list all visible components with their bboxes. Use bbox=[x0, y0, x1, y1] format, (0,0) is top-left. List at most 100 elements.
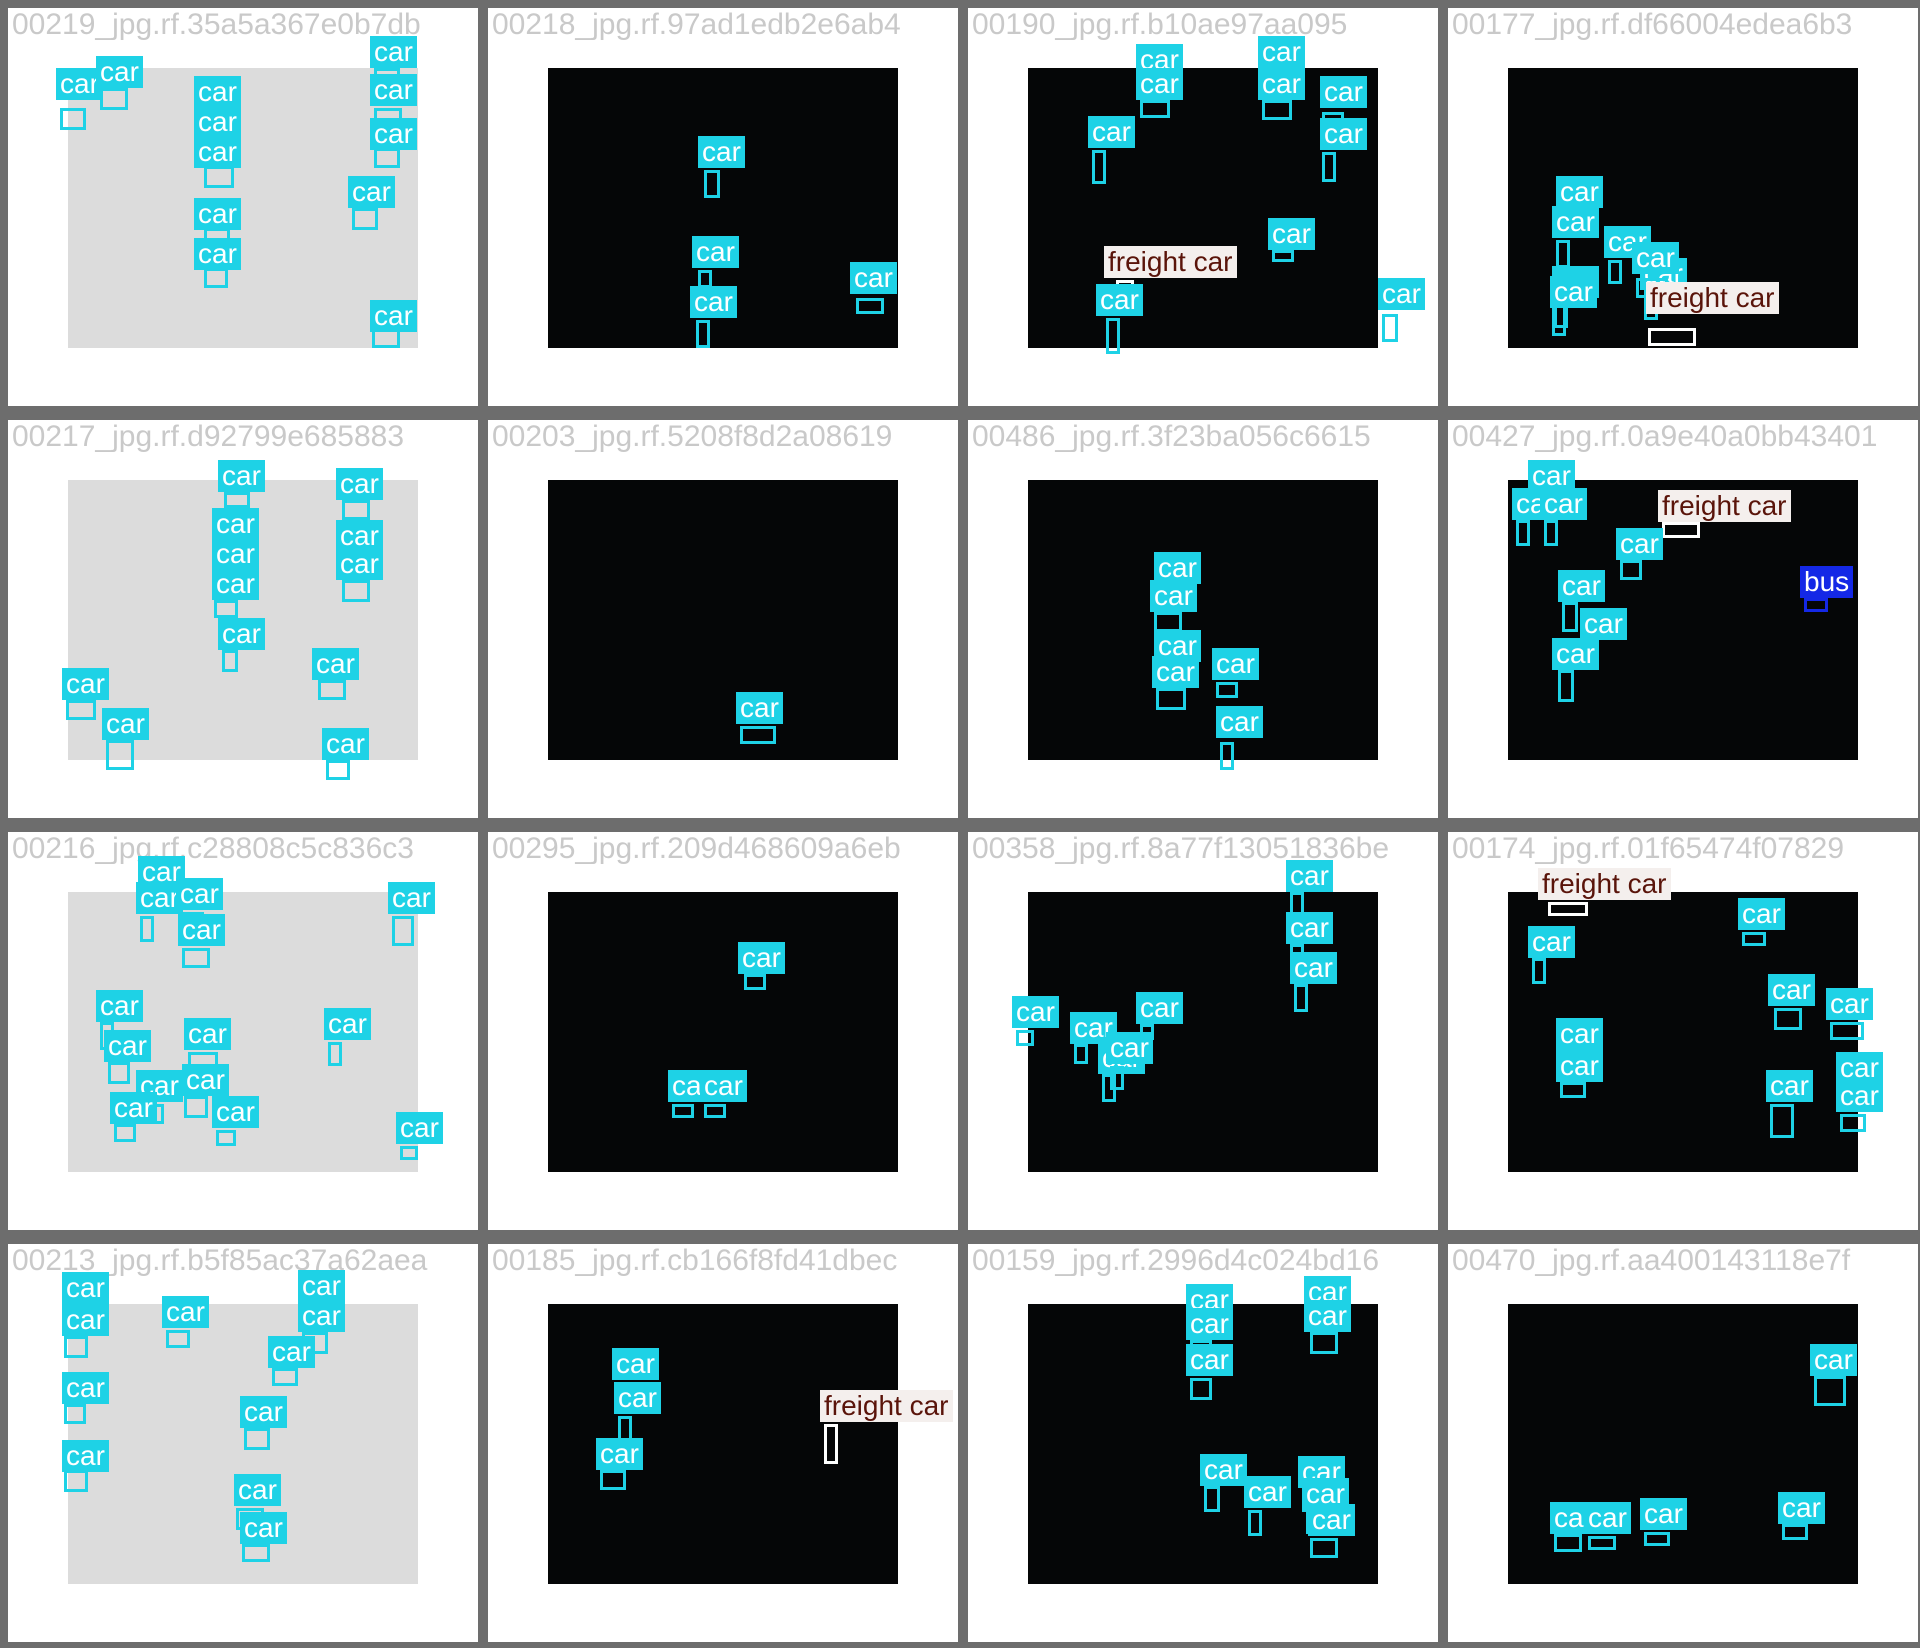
detection-label: car bbox=[1286, 860, 1333, 892]
detection-label: car bbox=[194, 106, 241, 138]
detection-label: car bbox=[1268, 218, 1315, 250]
image-tile: 00427_jpg.rf.0a9e40a0bb43401 car car car fre… bbox=[1448, 420, 1918, 818]
tile-caption: 00159_jpg.rf.2996d4c024bd16 bbox=[972, 1244, 1380, 1277]
tile-caption: 00219_jpg.rf.35a5a367e0b7db bbox=[12, 8, 421, 41]
detection-box bbox=[744, 974, 766, 990]
detection-box bbox=[1554, 1534, 1582, 1552]
detection-box bbox=[60, 108, 86, 130]
detection-box bbox=[342, 500, 370, 520]
detection-box bbox=[1310, 1332, 1338, 1354]
detection-box bbox=[1548, 902, 1588, 916]
detection-box bbox=[400, 1146, 418, 1160]
image-tile: 00295_jpg.rf.209d468609a6eb car car car bbox=[488, 832, 958, 1230]
detection-box bbox=[66, 700, 96, 720]
detection-label: car bbox=[850, 262, 897, 294]
detection-box bbox=[184, 1096, 208, 1118]
detection-label: car bbox=[62, 1440, 109, 1472]
detection-box bbox=[1110, 1066, 1124, 1090]
detection-label: car bbox=[1632, 242, 1679, 274]
detection-label: car bbox=[1244, 1476, 1291, 1508]
detection-label: car bbox=[62, 1304, 109, 1336]
detection-label: car bbox=[1616, 528, 1663, 560]
detection-label: car bbox=[162, 1296, 209, 1328]
detection-box bbox=[64, 1470, 88, 1492]
detection-label: car bbox=[370, 74, 417, 106]
tile-photo bbox=[1028, 68, 1378, 348]
detection-box bbox=[100, 88, 128, 110]
tile-caption: 00470_jpg.rf.aa400143118e7f bbox=[1452, 1244, 1851, 1277]
detection-box bbox=[1662, 522, 1700, 538]
detection-box bbox=[106, 740, 134, 770]
detection-box bbox=[272, 1368, 298, 1386]
detection-label: car bbox=[1766, 1070, 1813, 1102]
detection-label: car bbox=[212, 538, 259, 570]
detection-label: car bbox=[1556, 1018, 1603, 1050]
detection-label: car bbox=[324, 1008, 371, 1040]
detection-label: car bbox=[240, 1512, 287, 1544]
detection-box bbox=[856, 298, 884, 314]
detection-box bbox=[352, 208, 378, 230]
detection-label: car bbox=[176, 878, 223, 910]
detection-label: car bbox=[1528, 926, 1575, 958]
detection-box bbox=[114, 1124, 136, 1142]
detection-box bbox=[1830, 1022, 1864, 1040]
detection-label: car bbox=[612, 1348, 659, 1380]
detection-label: car bbox=[396, 1112, 443, 1144]
detection-box bbox=[1248, 1510, 1262, 1536]
detection-box bbox=[392, 916, 414, 946]
detection-label: car bbox=[1304, 1300, 1351, 1332]
detection-label: car bbox=[692, 236, 739, 268]
detection-label: car bbox=[614, 1382, 661, 1414]
detection-label: car bbox=[348, 176, 395, 208]
detection-box bbox=[182, 948, 210, 968]
detection-label: car bbox=[218, 460, 265, 492]
detection-box bbox=[1140, 100, 1170, 118]
detection-label: car bbox=[194, 76, 241, 108]
tile-caption: 00217_jpg.rf.d92799e685883 bbox=[12, 420, 405, 453]
detection-box bbox=[242, 1544, 270, 1562]
detection-label: car bbox=[1320, 118, 1367, 150]
detection-label: car bbox=[194, 136, 241, 168]
detection-box bbox=[1220, 742, 1234, 770]
detection-label: car bbox=[596, 1438, 643, 1470]
detection-box bbox=[342, 580, 370, 602]
detection-label: freight car bbox=[1104, 246, 1237, 278]
detection-label: car bbox=[1378, 278, 1425, 310]
image-tile: 00159_jpg.rf.2996d4c024bd16 car car car car c… bbox=[968, 1244, 1438, 1642]
detection-label: car bbox=[1150, 580, 1197, 612]
detection-label: car bbox=[738, 942, 785, 974]
detection-label: car bbox=[62, 1272, 109, 1304]
detection-label: car bbox=[218, 618, 265, 650]
detection-label: car bbox=[1552, 638, 1599, 670]
detection-label: car bbox=[1580, 608, 1627, 640]
detection-label: car bbox=[234, 1474, 281, 1506]
image-tile: 00213_jpg.rf.b5f85ac37a62aea car car car car… bbox=[8, 1244, 478, 1642]
detection-box bbox=[318, 680, 346, 700]
detection-label: car bbox=[194, 198, 241, 230]
detection-label: car bbox=[1558, 570, 1605, 602]
detection-label: car bbox=[62, 668, 109, 700]
detection-box bbox=[1544, 520, 1558, 546]
detection-box bbox=[108, 1062, 130, 1084]
detection-label: car bbox=[336, 548, 383, 580]
image-tile: 00358_jpg.rf.8a77f13051836be car car car car… bbox=[968, 832, 1438, 1230]
detection-label: car bbox=[1186, 1308, 1233, 1340]
detection-box bbox=[1782, 1524, 1808, 1540]
detection-box bbox=[1310, 1538, 1338, 1558]
detection-label: car bbox=[370, 118, 417, 150]
detection-box bbox=[1814, 1376, 1846, 1406]
detection-label: car bbox=[1088, 116, 1135, 148]
tile-photo bbox=[548, 892, 898, 1172]
detection-label: car bbox=[1200, 1454, 1247, 1486]
detection-label: car bbox=[370, 300, 417, 332]
detection-box bbox=[1588, 1536, 1616, 1550]
detection-box bbox=[204, 268, 228, 288]
detection-label: car bbox=[1836, 1080, 1883, 1112]
detection-label: car bbox=[1584, 1502, 1631, 1534]
detection-box bbox=[216, 1130, 236, 1146]
detection-box bbox=[1106, 318, 1120, 354]
detection-label: car bbox=[336, 468, 383, 500]
detection-box bbox=[214, 600, 238, 618]
detection-label: car bbox=[1212, 648, 1259, 680]
tile-photo bbox=[548, 480, 898, 760]
